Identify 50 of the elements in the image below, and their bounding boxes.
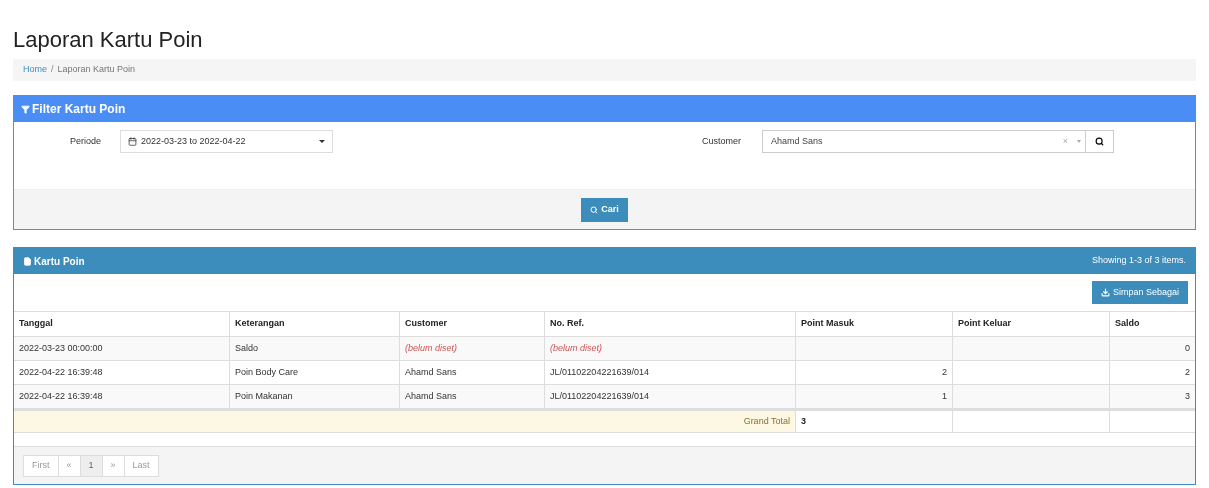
search-icon bbox=[1095, 137, 1104, 146]
column-header: Keterangan bbox=[235, 317, 285, 331]
clear-button[interactable]: × bbox=[1057, 134, 1073, 149]
caret-icon bbox=[1077, 140, 1081, 143]
table-cell-text: Saldo bbox=[235, 341, 259, 355]
date-range-field[interactable]: 2022-03-23 to 2022-04-22 bbox=[120, 130, 333, 153]
page-title: Laporan Kartu Poin bbox=[13, 27, 204, 53]
grand-total-label-cell: Grand Total bbox=[14, 411, 796, 432]
column-header: Point Keluar bbox=[958, 317, 1011, 331]
search-icon bbox=[590, 205, 599, 214]
panel-title: Filter Kartu Poin bbox=[32, 101, 126, 118]
pagination-button[interactable]: 1 bbox=[79, 454, 103, 477]
breadcrumb-current: Laporan Kartu Poin bbox=[57, 63, 136, 77]
breadcrumb-link[interactable]: Home bbox=[23, 63, 47, 77]
search-button[interactable] bbox=[1086, 130, 1114, 153]
table-cell-text: Ahamd Sans bbox=[405, 389, 457, 403]
table-cell-text: 2022-03-23 00:00:00 bbox=[19, 341, 103, 355]
table-cell-text: 3 bbox=[1185, 389, 1190, 403]
grand-total-value: 3 bbox=[801, 414, 806, 428]
download-icon bbox=[1100, 288, 1110, 297]
filter-icon bbox=[21, 104, 30, 114]
table-cell-text: Poin Body Care bbox=[235, 365, 299, 379]
field-label: Customer bbox=[702, 135, 742, 148]
column-header: Point Masuk bbox=[801, 317, 854, 331]
table-cell-text: JL/01102204221639/014 bbox=[550, 389, 649, 403]
panel-title: Kartu Poin bbox=[34, 254, 86, 269]
item-summary: Showing 1-3 of 3 items. bbox=[1091, 254, 1186, 268]
table-cell-text: 2 bbox=[942, 365, 947, 379]
unset-value: (belum diset) bbox=[405, 341, 458, 355]
search-submit-button[interactable]: Cari bbox=[581, 197, 628, 222]
export-button[interactable]: Simpan Sebagai bbox=[1091, 281, 1188, 304]
table-cell-text: 0 bbox=[1185, 341, 1190, 355]
table-cell-text: 2 bbox=[1185, 365, 1190, 379]
document-icon bbox=[23, 256, 32, 266]
caret-icon bbox=[319, 140, 325, 143]
column-header: Customer bbox=[405, 317, 447, 331]
calendar-icon bbox=[128, 137, 137, 146]
table-cell-text: Poin Makanan bbox=[235, 389, 293, 403]
table-cell-text: Ahamd Sans bbox=[405, 365, 457, 379]
unset-value: (belum diset) bbox=[550, 341, 603, 355]
field-label: Periode bbox=[68, 135, 101, 148]
column-header: No. Ref. bbox=[550, 317, 584, 331]
table-cell-text: JL/01102204221639/014 bbox=[550, 365, 649, 379]
table-cell-text: 1 bbox=[942, 389, 947, 403]
table-cell-text: 2022-04-22 16:39:48 bbox=[19, 365, 103, 379]
column-header: Tanggal bbox=[19, 317, 53, 331]
column-header: Saldo bbox=[1115, 317, 1140, 331]
table-cell-text: 2022-04-22 16:39:48 bbox=[19, 389, 103, 403]
customer-select[interactable]: Ahamd Sans × bbox=[762, 130, 1086, 153]
breadcrumb-separator: / bbox=[51, 63, 54, 77]
